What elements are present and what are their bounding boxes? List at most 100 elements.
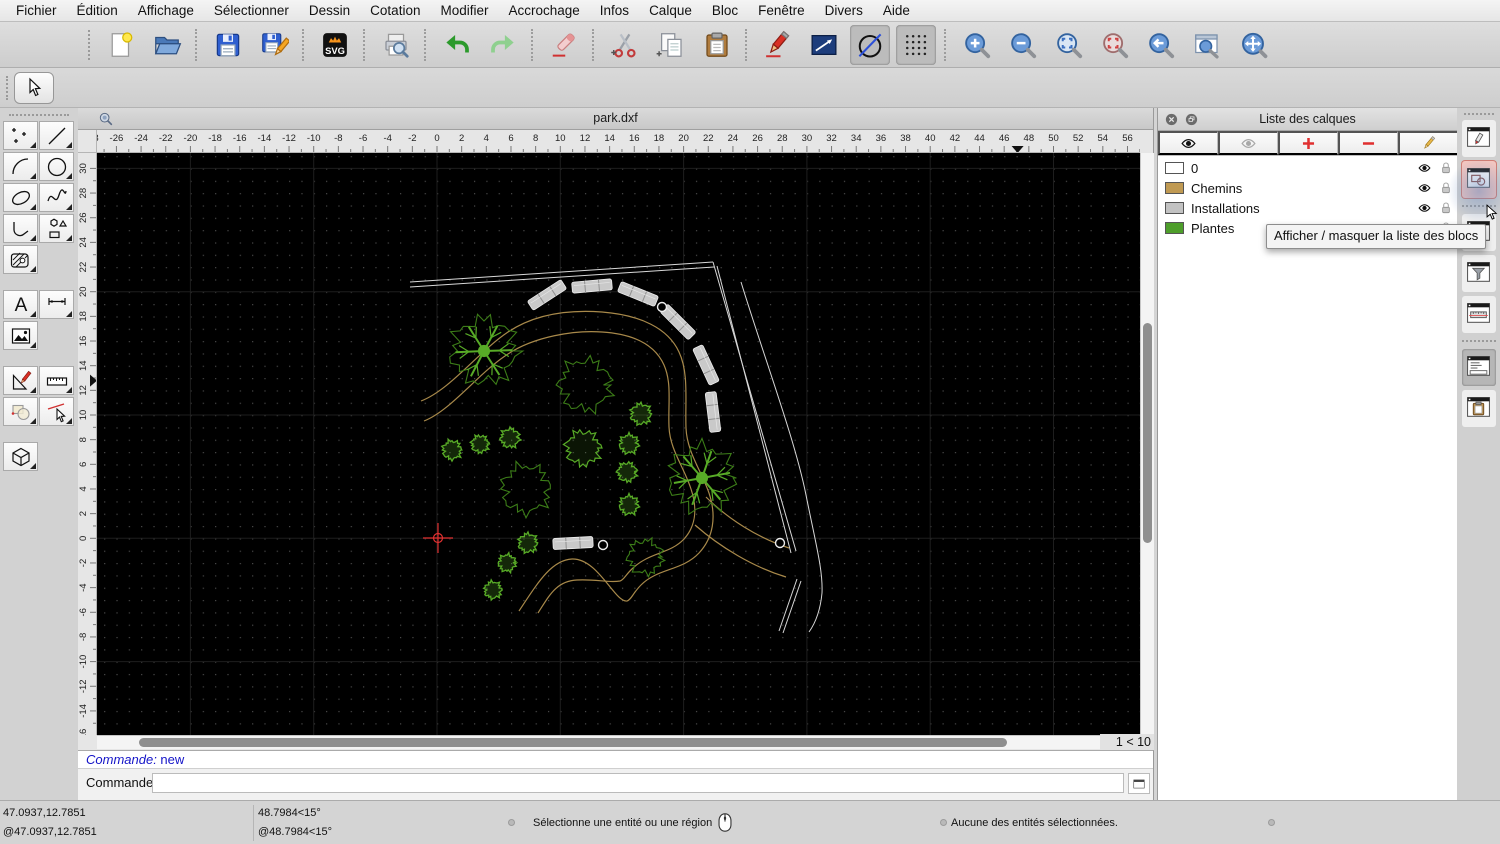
- menu-accrochage[interactable]: Accrochage: [498, 0, 589, 22]
- menu-dessin[interactable]: Dessin: [299, 0, 360, 22]
- tool-line-button[interactable]: [39, 121, 74, 150]
- svg-text:-22: -22: [159, 133, 173, 144]
- menu-divers[interactable]: Divers: [815, 0, 873, 22]
- layer-pencil-gold-button[interactable]: [1398, 131, 1457, 155]
- menu-edition[interactable]: Édition: [67, 0, 128, 22]
- tool-points-button[interactable]: [3, 121, 38, 150]
- tool-modify-button[interactable]: [3, 397, 38, 426]
- menu-infos[interactable]: Infos: [590, 0, 639, 22]
- tool-misc-draw-button[interactable]: [3, 366, 38, 395]
- svg-text:10: 10: [78, 410, 89, 421]
- redo-button[interactable]: [483, 25, 523, 65]
- tooltip: Afficher / masquer la liste des blocs: [1266, 224, 1487, 249]
- layer-row-0[interactable]: 0: [1158, 158, 1457, 178]
- new-file-button[interactable]: [101, 25, 141, 65]
- zoom-window-button[interactable]: [1187, 25, 1227, 65]
- print-preview-button[interactable]: [376, 25, 416, 65]
- panel-layers-toggle-button[interactable]: [1461, 120, 1496, 157]
- zoom-out-button[interactable]: [1003, 25, 1043, 65]
- menu-modifier[interactable]: Modifier: [430, 0, 498, 22]
- ellipse-icon: [9, 186, 33, 210]
- open-folder-button[interactable]: [147, 25, 187, 65]
- tool-spline-button[interactable]: [39, 183, 74, 212]
- menu-selectionner[interactable]: Sélectionner: [204, 0, 299, 22]
- horizontal-scrollbar-thumb[interactable]: [139, 738, 1007, 747]
- menu-affichage[interactable]: Affichage: [128, 0, 204, 22]
- panel-filter-toggle-button[interactable]: [1461, 255, 1496, 292]
- strip-separator: [1461, 340, 1496, 342]
- tool-ellipse-button[interactable]: [3, 183, 38, 212]
- menu-cotation[interactable]: Cotation: [360, 0, 430, 22]
- grid-dots-button[interactable]: [896, 24, 936, 65]
- draw-line-button[interactable]: [804, 25, 844, 65]
- vertical-scrollbar[interactable]: [1140, 153, 1154, 735]
- save-as-icon: [259, 30, 289, 60]
- layer-name: 0: [1191, 160, 1199, 176]
- layer-minus-red-button[interactable]: [1338, 131, 1398, 155]
- layer-row-chemins[interactable]: Chemins: [1158, 178, 1457, 198]
- paste-button[interactable]: [697, 25, 737, 65]
- tool-measure-button[interactable]: [39, 366, 74, 395]
- layer-lock-icon[interactable]: [1438, 180, 1454, 196]
- svg-text:4: 4: [484, 133, 489, 144]
- menu-bloc[interactable]: Bloc: [702, 0, 748, 22]
- layer-lock-icon[interactable]: [1438, 160, 1454, 176]
- layer-lock-icon[interactable]: [1438, 200, 1454, 216]
- tool-circle-button[interactable]: [39, 152, 74, 181]
- tool-modify-attr-button[interactable]: [39, 397, 74, 426]
- panel-clipboard-toggle-button[interactable]: [1461, 390, 1496, 427]
- tool-image-button[interactable]: [3, 321, 38, 350]
- zoom-prev-button[interactable]: [1141, 25, 1181, 65]
- zoom-auto-button[interactable]: [1049, 25, 1089, 65]
- svg-text:-10: -10: [307, 133, 321, 144]
- tool-polyline-button[interactable]: [3, 214, 38, 243]
- svg-text:-24: -24: [134, 133, 148, 144]
- layer-eye-gray-button[interactable]: [1218, 131, 1278, 155]
- save-button[interactable]: [208, 25, 248, 65]
- panel-command-toggle-button[interactable]: [1461, 349, 1496, 386]
- vertical-scrollbar-thumb[interactable]: [1143, 323, 1152, 543]
- tool-hatch-button[interactable]: [3, 245, 38, 274]
- svg-export-button[interactable]: SVG: [315, 25, 355, 65]
- layer-visibility-eye-icon[interactable]: [1416, 200, 1433, 216]
- save-as-button[interactable]: [254, 25, 294, 65]
- layer-row-installations[interactable]: Installations: [1158, 198, 1457, 218]
- layer-plus-red-button[interactable]: [1278, 131, 1338, 155]
- drawing-canvas[interactable]: [97, 153, 1140, 735]
- zoom-select-icon: [1100, 30, 1130, 60]
- select-tool-button[interactable]: [14, 72, 54, 104]
- layer-eye-button[interactable]: [1158, 131, 1218, 155]
- zoom-select-button[interactable]: [1095, 25, 1135, 65]
- tool-text-button[interactable]: A: [3, 290, 38, 319]
- svg-text:48: 48: [1024, 133, 1035, 144]
- menu-fenetre[interactable]: Fenêtre: [748, 0, 815, 22]
- cut-button[interactable]: [605, 25, 645, 65]
- layer-visibility-eye-icon[interactable]: [1416, 180, 1433, 196]
- undo-button[interactable]: [437, 25, 477, 65]
- document-title-bar[interactable]: park.dxf: [78, 108, 1153, 130]
- copy-button[interactable]: [651, 25, 691, 65]
- tool-solid-3d-button[interactable]: [3, 442, 38, 471]
- panel-blocks-toggle-button[interactable]: [1461, 161, 1496, 198]
- svg-text:-4: -4: [383, 133, 391, 144]
- tool-dimension-button[interactable]: [39, 290, 74, 319]
- zoom-in-button[interactable]: [957, 25, 997, 65]
- menu-calque[interactable]: Calque: [639, 0, 702, 22]
- draw-pencil-button[interactable]: [758, 25, 798, 65]
- horizontal-scrollbar[interactable]: [97, 735, 1100, 749]
- command-options-button[interactable]: [1128, 773, 1150, 794]
- menu-aide[interactable]: Aide: [873, 0, 920, 22]
- layer-visibility-eye-icon[interactable]: [1416, 160, 1433, 176]
- modify-icon: [9, 400, 33, 424]
- dimension-icon: [45, 293, 69, 317]
- eraser-button[interactable]: [544, 25, 584, 65]
- command-input[interactable]: [152, 773, 1124, 793]
- panel-measure-toggle-button[interactable]: [1461, 296, 1496, 333]
- tool-shapes-button[interactable]: [39, 214, 74, 243]
- draw-circle-button[interactable]: [850, 24, 890, 65]
- zoom-pan-button[interactable]: [1233, 25, 1273, 65]
- menu-fichier[interactable]: Fichier: [6, 0, 67, 22]
- svg-text:28: 28: [78, 188, 89, 199]
- svg-text:A: A: [14, 295, 27, 316]
- tool-arc-button[interactable]: [3, 152, 38, 181]
